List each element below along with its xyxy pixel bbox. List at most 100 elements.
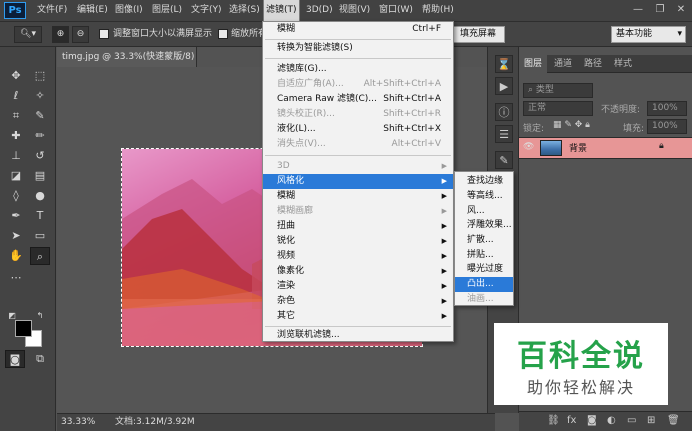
brush-panel-icon[interactable]: ✎ [495,151,513,169]
submenu-item-find-edges[interactable]: 查找边缘 [455,174,513,189]
link-layers-icon[interactable]: ⛓ [547,415,560,426]
lock-icons[interactable]: ▦ ✎ ✥ 🔒︎ [553,120,590,130]
swap-colors-icon[interactable]: ↰ [34,307,46,325]
history-brush-tool-icon[interactable]: ↺ [30,147,50,165]
foreground-color-swatch[interactable] [15,320,32,337]
layer-kind-filter[interactable]: ⌕ 类型 [523,83,593,98]
menu-item-sharpen[interactable]: 锐化 ▶ [263,234,453,249]
menu-item-video[interactable]: 视频 ▶ [263,249,453,264]
fx-icon[interactable]: fx [567,415,576,426]
pen-tool-icon[interactable]: ✒ [6,207,26,225]
gradient-tool-icon[interactable]: ▤ [30,167,50,185]
menu-layer[interactable]: 图层(L) [150,0,184,21]
close-window-button[interactable]: ✕ [671,0,691,20]
resize-window-checkbox[interactable] [99,29,109,39]
menu-item-noise[interactable]: 杂色 ▶ [263,294,453,309]
menu-item-3d[interactable]: 3D ▶ [263,159,453,174]
new-group-icon[interactable]: ▭ [627,415,636,426]
more-tools-icon[interactable]: ⋯ [6,269,26,287]
menu-item-liquify[interactable]: 液化(L)... Shift+Ctrl+X [263,122,453,137]
crop-tool-icon[interactable]: ⌗ [6,107,26,125]
marquee-tool-icon[interactable]: ⬚ [30,67,50,85]
hand-tool-icon[interactable]: ✋ [6,247,26,265]
zoom-out-button[interactable]: ⊖ [72,26,89,43]
brush-tool-icon[interactable]: ✏ [30,127,50,145]
magic-wand-tool-icon[interactable]: ✧ [30,87,50,105]
menu-item-pixelate[interactable]: 像素化 ▶ [263,264,453,279]
adjustment-layer-icon[interactable]: ◐ [607,415,616,426]
menu-type[interactable]: 文字(Y) [189,0,224,21]
menu-file[interactable]: 文件(F) [35,0,69,21]
menu-window[interactable]: 窗口(W) [377,0,415,21]
menu-item-camera-raw[interactable]: Camera Raw 滤镜(C)... Shift+Ctrl+A [263,92,453,107]
menu-edit[interactable]: 编辑(E) [75,0,110,21]
healing-brush-tool-icon[interactable]: ✚ [6,127,26,145]
tab-channels[interactable]: 通道 [549,55,577,73]
blend-mode-select[interactable]: 正常 [523,101,593,116]
menu-image[interactable]: 图像(I) [113,0,145,21]
submenu-item-solarize[interactable]: 曝光过度 [455,262,513,277]
menu-select[interactable]: 选择(S) [227,0,262,21]
clone-stamp-tool-icon[interactable]: ⊥ [6,147,26,165]
shape-tool-icon[interactable]: ▭ [30,227,50,245]
menu-item-blur-gallery[interactable]: 模糊画廊 ▶ [263,204,453,219]
fill-input[interactable]: 100% [647,119,687,134]
eye-icon[interactable]: 👁︎ [523,142,534,152]
tab-layers[interactable]: 图层 [519,55,548,73]
submenu-item-extrude[interactable]: 凸出... [455,277,513,292]
tab-styles[interactable]: 样式 [609,55,637,73]
document-tab[interactable]: timg.jpg @ 33.3%(快速蒙版/8) * ✕ [57,47,197,67]
quick-mask-icon[interactable]: ◙ [5,350,25,368]
menu-item-other[interactable]: 其它 ▶ [263,309,453,324]
menu-help[interactable]: 帮助(H) [420,0,456,21]
actions-panel-icon[interactable]: ▶ [495,77,513,95]
path-selection-tool-icon[interactable]: ➤ [6,227,26,245]
menu-item-browse-filters-online[interactable]: 浏览联机滤镜... [263,328,453,343]
history-panel-icon[interactable]: ⌛ [495,55,513,73]
properties-panel-icon[interactable]: ☰ [495,125,513,143]
zoom-level[interactable]: 33.33% [61,414,95,431]
new-layer-icon[interactable]: ⊞ [647,415,655,426]
type-tool-icon[interactable]: T [30,207,50,225]
workspace-select[interactable]: 基本功能 ▾ [611,26,686,43]
zoom-all-checkbox[interactable] [218,29,228,39]
dodge-tool-icon[interactable]: ● [30,187,50,205]
info-panel-icon[interactable]: ⓘ [495,103,513,121]
menu-item-vanishing-point[interactable]: 消失点(V)... Alt+Ctrl+V [263,137,453,152]
document-size[interactable]: 文档:3.12M/3.92M [115,414,195,431]
blur-tool-icon[interactable]: ◊ [6,187,26,205]
minimize-button[interactable]: — [628,0,648,20]
submenu-item-diffuse[interactable]: 扩散... [455,233,513,248]
menu-3d[interactable]: 3D(D) [304,0,335,21]
zoom-tool-preset[interactable]: 🔍︎▾ [14,26,42,43]
eraser-tool-icon[interactable]: ◪ [6,167,26,185]
add-mask-icon[interactable]: ◙ [587,415,597,426]
move-tool-icon[interactable]: ✥ [6,67,26,85]
eyedropper-tool-icon[interactable]: ✎ [30,107,50,125]
submenu-item-tiles[interactable]: 拼贴... [455,248,513,263]
submenu-item-emboss[interactable]: 浮雕效果... [455,218,513,233]
opacity-input[interactable]: 100% [647,101,687,116]
menu-item-last-filter[interactable]: 模糊 Ctrl+F [263,22,453,37]
menu-view[interactable]: 视图(V) [337,0,372,21]
menu-item-distort[interactable]: 扭曲 ▶ [263,219,453,234]
restore-button[interactable]: ❐ [650,0,670,20]
lasso-tool-icon[interactable]: ℓ [6,87,26,105]
tab-paths[interactable]: 路径 [579,55,607,73]
menu-item-adaptive-wide-angle[interactable]: 自适应广角(A)... Alt+Shift+Ctrl+A [263,77,453,92]
submenu-item-oil-paint[interactable]: 油画... [455,292,513,307]
layer-row-background[interactable]: 👁︎ 背景 🔒︎ [519,137,692,159]
submenu-item-trace-contour[interactable]: 等高线... [455,189,513,204]
screen-mode-icon[interactable]: ⧉ [30,350,50,368]
submenu-item-wind[interactable]: 风... [455,204,513,219]
menu-item-convert-smart-filters[interactable]: 转换为智能滤镜(S) [263,41,453,56]
fill-screen-button[interactable]: 填充屏幕 [451,26,505,43]
menu-filter[interactable]: 滤镜(T) [263,0,300,22]
menu-item-filter-gallery[interactable]: 滤镜库(G)... [263,62,453,77]
menu-item-stylize[interactable]: 风格化 ▶ [263,174,453,189]
trash-icon[interactable]: 🗑︎ [667,415,680,426]
zoom-tool-icon[interactable]: ⌕ [30,247,50,265]
menu-item-lens-correction[interactable]: 镜头校正(R)... Shift+Ctrl+R [263,107,453,122]
zoom-in-button[interactable]: ⊕ [52,26,69,43]
menu-item-render[interactable]: 渲染 ▶ [263,279,453,294]
